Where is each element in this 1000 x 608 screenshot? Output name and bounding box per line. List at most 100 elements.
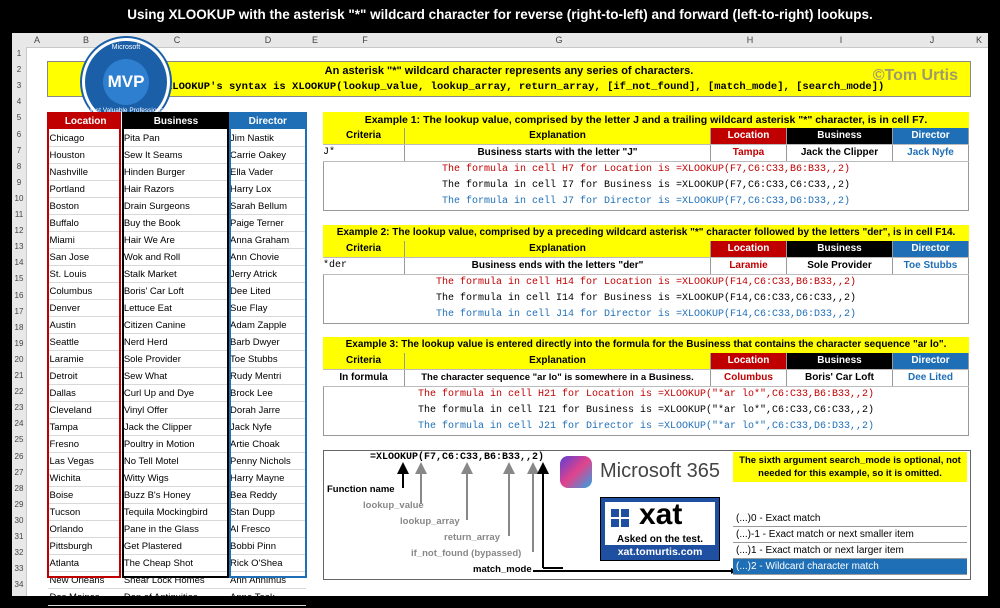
column-header-f[interactable]: F [324, 33, 406, 47]
director-cell[interactable]: Dorah Jarre [228, 401, 306, 419]
location-cell[interactable]: Laramie [47, 350, 122, 368]
business-cell[interactable]: Poultry in Motion [121, 435, 229, 453]
business-cell[interactable]: Den of Antiquities [121, 588, 229, 606]
business-cell[interactable]: No Tell Motel [121, 452, 229, 470]
business-cell[interactable]: Nerd Herd [121, 333, 229, 351]
business-cell[interactable]: Drain Surgeons [121, 197, 229, 215]
row-header[interactable]: 25 [12, 435, 26, 444]
row-header[interactable]: 32 [12, 548, 26, 557]
director-result-j14[interactable]: Toe Stubbs [893, 258, 969, 274]
business-cell[interactable]: Shear Lock Homes [121, 571, 229, 589]
location-cell[interactable]: Austin [47, 316, 122, 334]
director-cell[interactable]: Barb Dwyer [228, 333, 306, 351]
row-header[interactable]: 29 [12, 500, 26, 509]
location-cell[interactable]: Boise [47, 486, 122, 504]
row-header[interactable]: 30 [12, 516, 26, 525]
location-cell[interactable]: Orlando [47, 520, 122, 538]
business-cell[interactable]: Lettuce Eat [121, 299, 229, 317]
row-header[interactable]: 8 [12, 162, 26, 171]
director-cell[interactable]: Rudy Mentri [228, 367, 306, 385]
business-cell[interactable]: Boris' Car Loft [121, 282, 229, 300]
business-cell[interactable]: The Cheap Shot [121, 554, 229, 572]
business-cell[interactable]: Sole Provider [121, 350, 229, 368]
row-header[interactable]: 34 [12, 580, 26, 589]
business-cell[interactable]: Witty Wigs [121, 469, 229, 487]
location-cell[interactable]: St. Louis [47, 265, 122, 283]
business-cell[interactable]: Vinyl Offer [121, 401, 229, 419]
director-cell[interactable]: Ella Vader [228, 163, 306, 181]
business-cell[interactable]: Pane in the Glass [121, 520, 229, 538]
director-cell[interactable]: Artie Choak [228, 435, 306, 453]
director-cell[interactable]: Bea Reddy [228, 486, 306, 504]
director-cell[interactable]: Jim Nastik [228, 129, 306, 147]
location-cell[interactable]: Tampa [47, 418, 122, 436]
row-header[interactable]: 12 [12, 226, 26, 235]
row-header[interactable]: 3 [12, 81, 26, 90]
director-cell[interactable]: Paige Terner [228, 214, 306, 232]
location-cell[interactable]: Denver [47, 299, 122, 317]
row-header[interactable]: 26 [12, 452, 26, 461]
director-cell[interactable]: Bobbi Pinn [228, 537, 306, 555]
business-result-i21[interactable]: Boris' Car Loft [787, 370, 893, 386]
row-header[interactable]: 18 [12, 323, 26, 332]
row-header[interactable]: 6 [12, 130, 26, 139]
row-header[interactable]: 27 [12, 468, 26, 477]
director-cell[interactable]: Ann Ahnimus [228, 571, 306, 589]
row-header[interactable]: 4 [12, 97, 26, 106]
row-header[interactable]: 22 [12, 387, 26, 396]
location-cell[interactable]: Atlanta [47, 554, 122, 572]
column-header-d[interactable]: D [230, 33, 306, 47]
location-cell[interactable]: Chicago [47, 129, 122, 147]
location-cell[interactable]: San Jose [47, 248, 122, 266]
row-header[interactable]: 11 [12, 210, 26, 219]
row-header[interactable]: 23 [12, 403, 26, 412]
business-cell[interactable]: Buzz B's Honey [121, 486, 229, 504]
row-header[interactable]: 24 [12, 419, 26, 428]
director-cell[interactable]: Anna Graham [228, 231, 306, 249]
criteria-cell-f14[interactable]: *der [323, 258, 405, 274]
location-cell[interactable]: Dallas [47, 384, 122, 402]
director-cell[interactable]: Ann Chovie [228, 248, 306, 266]
location-cell[interactable]: Las Vegas [47, 452, 122, 470]
director-cell[interactable]: Al Fresco [228, 520, 306, 538]
location-result-h7[interactable]: Tampa [711, 145, 787, 161]
location-cell[interactable]: Seattle [47, 333, 122, 351]
director-cell[interactable]: Jack Nyfe [228, 418, 306, 436]
row-header[interactable]: 31 [12, 532, 26, 541]
row-header[interactable]: 1 [12, 49, 26, 58]
location-cell[interactable]: Miami [47, 231, 122, 249]
row-header[interactable]: 9 [12, 178, 26, 187]
row-header[interactable]: 28 [12, 484, 26, 493]
row-header[interactable]: 21 [12, 371, 26, 380]
match-mode-option-2[interactable]: (...)2 - Wildcard character match [733, 559, 967, 575]
director-cell[interactable]: Carrie Oakey [228, 146, 306, 164]
row-header[interactable]: 33 [12, 564, 26, 573]
location-cell[interactable]: Tucson [47, 503, 122, 521]
column-header-k[interactable]: K [970, 33, 988, 47]
business-cell[interactable]: Wok and Roll [121, 248, 229, 266]
column-header-i[interactable]: I [788, 33, 894, 47]
location-cell[interactable]: Buffalo [47, 214, 122, 232]
column-header-j[interactable]: J [894, 33, 970, 47]
director-cell[interactable]: Penny Nichols [228, 452, 306, 470]
director-cell[interactable]: Dee Lited [228, 282, 306, 300]
row-header[interactable]: 20 [12, 355, 26, 364]
location-cell[interactable]: Houston [47, 146, 122, 164]
director-cell[interactable]: Brock Lee [228, 384, 306, 402]
business-cell[interactable]: Tequila Mockingbird [121, 503, 229, 521]
location-cell[interactable]: Fresno [47, 435, 122, 453]
row-header[interactable]: 15 [12, 274, 26, 283]
business-cell[interactable]: Pita Pan [121, 129, 229, 147]
row-header[interactable]: 10 [12, 194, 26, 203]
row-header[interactable]: 2 [12, 65, 26, 74]
criteria-cell-f7[interactable]: J* [323, 145, 405, 161]
location-cell[interactable]: Boston [47, 197, 122, 215]
row-header[interactable]: 16 [12, 291, 26, 300]
business-result-i14[interactable]: Sole Provider [787, 258, 893, 274]
business-cell[interactable]: Citizen Canine [121, 316, 229, 334]
director-cell[interactable]: Harry Lox [228, 180, 306, 198]
column-header-g[interactable]: G [406, 33, 712, 47]
business-cell[interactable]: Curl Up and Dye [121, 384, 229, 402]
location-cell[interactable]: Nashville [47, 163, 122, 181]
business-cell[interactable]: Hair We Are [121, 231, 229, 249]
